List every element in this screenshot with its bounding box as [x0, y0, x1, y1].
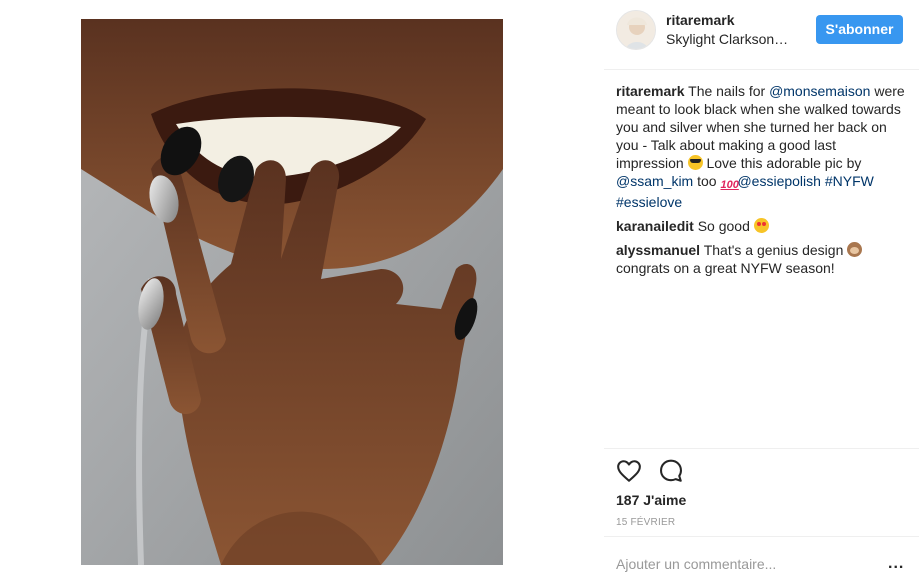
more-options-icon[interactable]: ...	[888, 555, 904, 573]
post-date[interactable]: 15 FÉVRIER	[616, 517, 675, 528]
comment-text: too	[693, 173, 721, 189]
comment-username[interactable]: karanailedit	[616, 218, 694, 234]
mention-link[interactable]: @essiepolish	[737, 173, 820, 189]
comment-text: That's a genius design	[700, 242, 848, 258]
comment-text: The nails for	[684, 83, 770, 99]
comment-text: congrats on a great NYFW season!	[616, 260, 835, 276]
comment-text: So good	[693, 218, 754, 234]
divider	[604, 448, 919, 449]
post-side-panel: ritaremark Skylight Clarkson… S'abonner …	[604, 0, 919, 586]
comment-text: Love this adorable pic by	[702, 155, 862, 171]
hashtag-link[interactable]: #essielove	[616, 194, 682, 210]
heart-icon[interactable]	[616, 458, 644, 486]
comment: alyssmanuel That's a genius design congr…	[616, 241, 906, 277]
comment-username[interactable]: ritaremark	[616, 83, 685, 99]
post-location[interactable]: Skylight Clarkson…	[666, 31, 788, 47]
comment-username[interactable]: alyssmanuel	[616, 242, 700, 258]
likes-count[interactable]: 187 J'aime	[616, 492, 686, 508]
comment: karanailedit So good	[616, 217, 906, 235]
comments-list: ritaremark The nails for @monsemaison we…	[616, 82, 906, 283]
post-image	[81, 19, 503, 565]
sunglasses-emoji	[687, 155, 703, 170]
hashtag-link[interactable]: #NYFW	[825, 173, 874, 189]
mention-link[interactable]: @ssam_kim	[616, 173, 693, 189]
mention-link[interactable]: @monsemaison	[769, 83, 870, 99]
heart-eyes-emoji	[753, 218, 769, 233]
hundred-points-emoji: 100	[720, 179, 739, 191]
comment-input[interactable]	[616, 550, 866, 578]
follow-button[interactable]: S'abonner	[816, 15, 903, 44]
see-no-evil-monkey-emoji	[847, 242, 863, 257]
comment: ritaremark The nails for @monsemaison we…	[616, 82, 906, 211]
post-username[interactable]: ritaremark	[666, 12, 735, 28]
avatar-image	[617, 11, 655, 49]
comment-icon[interactable]	[658, 458, 686, 486]
divider	[604, 536, 919, 537]
post-photo	[81, 19, 503, 565]
post-header: ritaremark Skylight Clarkson… S'abonner	[604, 0, 919, 70]
avatar[interactable]	[616, 10, 656, 50]
